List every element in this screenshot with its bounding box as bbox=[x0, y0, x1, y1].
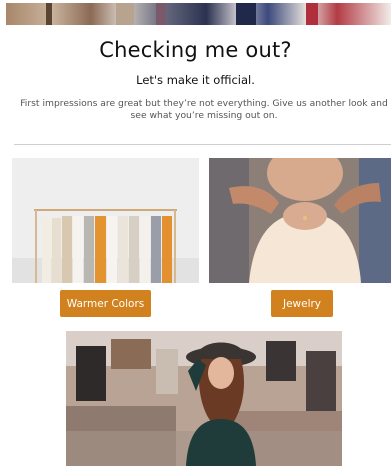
page-subtitle: Let's make it official. bbox=[136, 73, 255, 87]
jewelry-button[interactable]: Jewelry bbox=[271, 290, 333, 317]
section-divider bbox=[14, 144, 391, 145]
top-banner-image bbox=[6, 3, 391, 25]
intro-text: First impressions are great but they’re … bbox=[20, 98, 388, 121]
page-title: Checking me out? bbox=[99, 38, 292, 62]
clothing-rack-image[interactable] bbox=[12, 158, 199, 283]
warmer-colors-button[interactable]: Warmer Colors bbox=[60, 290, 151, 317]
store-model-image[interactable] bbox=[66, 331, 342, 466]
jewelry-image[interactable] bbox=[209, 158, 391, 283]
